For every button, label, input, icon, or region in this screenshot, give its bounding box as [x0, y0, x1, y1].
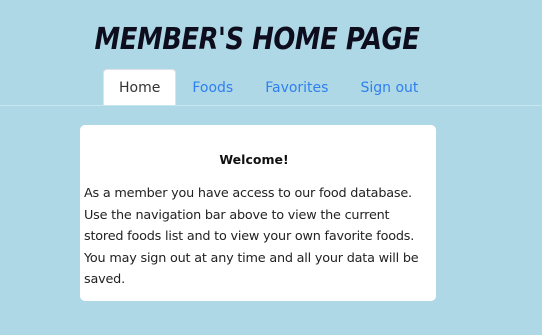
page-title: MEMBER'S HOME PAGE	[94, 22, 420, 57]
tab-foods[interactable]: Foods	[176, 69, 249, 106]
welcome-heading: Welcome!	[219, 152, 289, 167]
nav-divider	[0, 105, 542, 106]
welcome-message: As a member you have access to our food …	[84, 186, 419, 287]
page-header: MEMBER'S HOME PAGE Home Foods Favorites …	[0, 0, 542, 106]
tab-home[interactable]: Home	[103, 69, 177, 106]
nav-tabs: Home Foods Favorites Sign out	[103, 69, 434, 106]
tab-favorites[interactable]: Favorites	[249, 69, 344, 106]
welcome-card: Welcome! As a member you have access to …	[80, 125, 436, 301]
tab-sign-out[interactable]: Sign out	[344, 69, 434, 106]
